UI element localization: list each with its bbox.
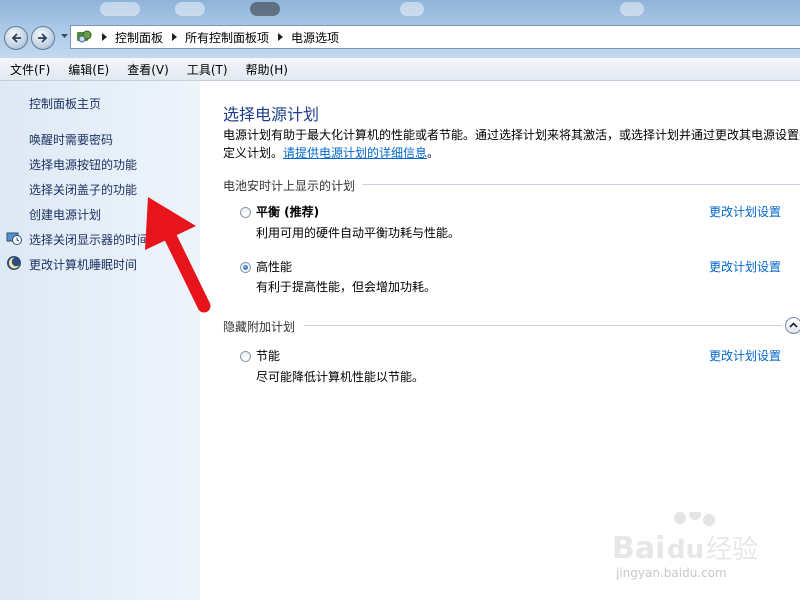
baidu-jingyan-watermark-logo: Bai du 经验 (612, 512, 758, 566)
plan-name-power-saver[interactable]: 节能 (256, 347, 280, 364)
page-title: 选择电源计划 (223, 105, 320, 124)
menu-tools[interactable]: 工具(T) (177, 61, 236, 78)
window-titlebar: 控制面板 所有控制面板项 电源选项 (0, 0, 800, 58)
plan-desc-power-saver: 尽可能降低计算机性能以节能。 (256, 370, 425, 384)
menu-edit[interactable]: 编辑(E) (58, 61, 117, 78)
breadcrumb-all-items[interactable]: 所有控制面板项 (185, 29, 269, 46)
blurred-taskbar-icon (620, 2, 644, 16)
chevron-up-icon (789, 322, 798, 328)
change-plan-settings-power-saver[interactable]: 更改计划设置 (709, 347, 781, 364)
page-description: 电源计划有助于最大化计算机的性能或者节能。通过选择计划来将其激活，或选择计划并通… (223, 126, 800, 162)
collapse-hidden-plans-button[interactable] (785, 317, 800, 334)
svg-text:经验: 经验 (706, 535, 758, 565)
radio-high-performance[interactable] (240, 262, 251, 273)
moon-icon (7, 256, 21, 270)
breadcrumb-control-panel[interactable]: 控制面板 (115, 29, 163, 46)
display-schedule-icon (6, 232, 22, 245)
change-plan-settings-high-performance[interactable]: 更改计划设置 (709, 258, 781, 275)
sidebar-item-wake-password[interactable]: 唤醒时需要密码 (29, 131, 113, 148)
description-end: 。 (427, 146, 440, 160)
change-plan-settings-balanced[interactable]: 更改计划设置 (709, 203, 781, 220)
back-arrow-icon (11, 33, 21, 43)
sidebar-item-create-plan[interactable]: 创建电源计划 (29, 206, 101, 223)
plan-desc-balanced: 利用可用的硬件自动平衡功耗与性能。 (256, 226, 461, 240)
section-divider (362, 184, 800, 185)
forward-arrow-icon (38, 33, 48, 43)
sidebar-item-lid-close[interactable]: 选择关闭盖子的功能 (29, 181, 137, 198)
blurred-taskbar-icon (175, 2, 205, 16)
forward-button[interactable] (31, 26, 55, 50)
breadcrumb-separator-icon[interactable] (171, 32, 179, 42)
radio-power-saver[interactable] (240, 351, 251, 362)
sidebar-item-display-off-time[interactable]: 选择关闭显示器的时间 (29, 231, 149, 248)
sidebar-item-power-button[interactable]: 选择电源按钮的功能 (29, 156, 137, 173)
plan-details-link[interactable]: 请提供电源计划的详细信息 (283, 146, 427, 160)
control-panel-icon (77, 30, 92, 43)
section-divider (304, 325, 782, 326)
menu-bar: 文件(F) 编辑(E) 查看(V) 工具(T) 帮助(H) (0, 58, 800, 81)
svg-text:Bai: Bai (612, 531, 665, 566)
plan-desc-high-performance: 有利于提高性能，但会增加功耗。 (256, 280, 437, 294)
menu-view[interactable]: 查看(V) (117, 61, 177, 78)
section-heading-hidden-plans[interactable]: 隐藏附加计划 (223, 318, 295, 335)
blurred-taskbar-icon (250, 2, 280, 16)
sidebar: 控制面板主页 唤醒时需要密码 选择电源按钮的功能 选择关闭盖子的功能 创建电源计… (0, 81, 200, 600)
breadcrumb-separator-icon[interactable] (101, 32, 109, 42)
section-heading-battery-plans: 电池安时计上显示的计划 (223, 179, 356, 193)
plan-name-balanced[interactable]: 平衡 (推荐) (256, 203, 319, 220)
breadcrumb-separator-icon[interactable] (277, 32, 285, 42)
breadcrumb-power-options[interactable]: 电源选项 (291, 29, 339, 46)
radio-balanced[interactable] (240, 207, 251, 218)
recent-pages-dropdown-icon[interactable] (61, 34, 68, 39)
back-button[interactable] (4, 26, 28, 50)
menu-help[interactable]: 帮助(H) (236, 61, 296, 78)
blurred-taskbar-icon (100, 2, 140, 16)
menu-file[interactable]: 文件(F) (0, 61, 58, 78)
blurred-taskbar-icon (400, 2, 424, 16)
address-bar[interactable]: 控制面板 所有控制面板项 电源选项 (70, 25, 800, 49)
plan-name-high-performance[interactable]: 高性能 (256, 258, 292, 275)
sidebar-item-sleep-time[interactable]: 更改计算机睡眠时间 (29, 256, 137, 273)
sidebar-home-link[interactable]: 控制面板主页 (29, 95, 101, 112)
watermark-url: jingyan.baidu.com (616, 566, 727, 580)
svg-text:du: du (667, 535, 704, 565)
